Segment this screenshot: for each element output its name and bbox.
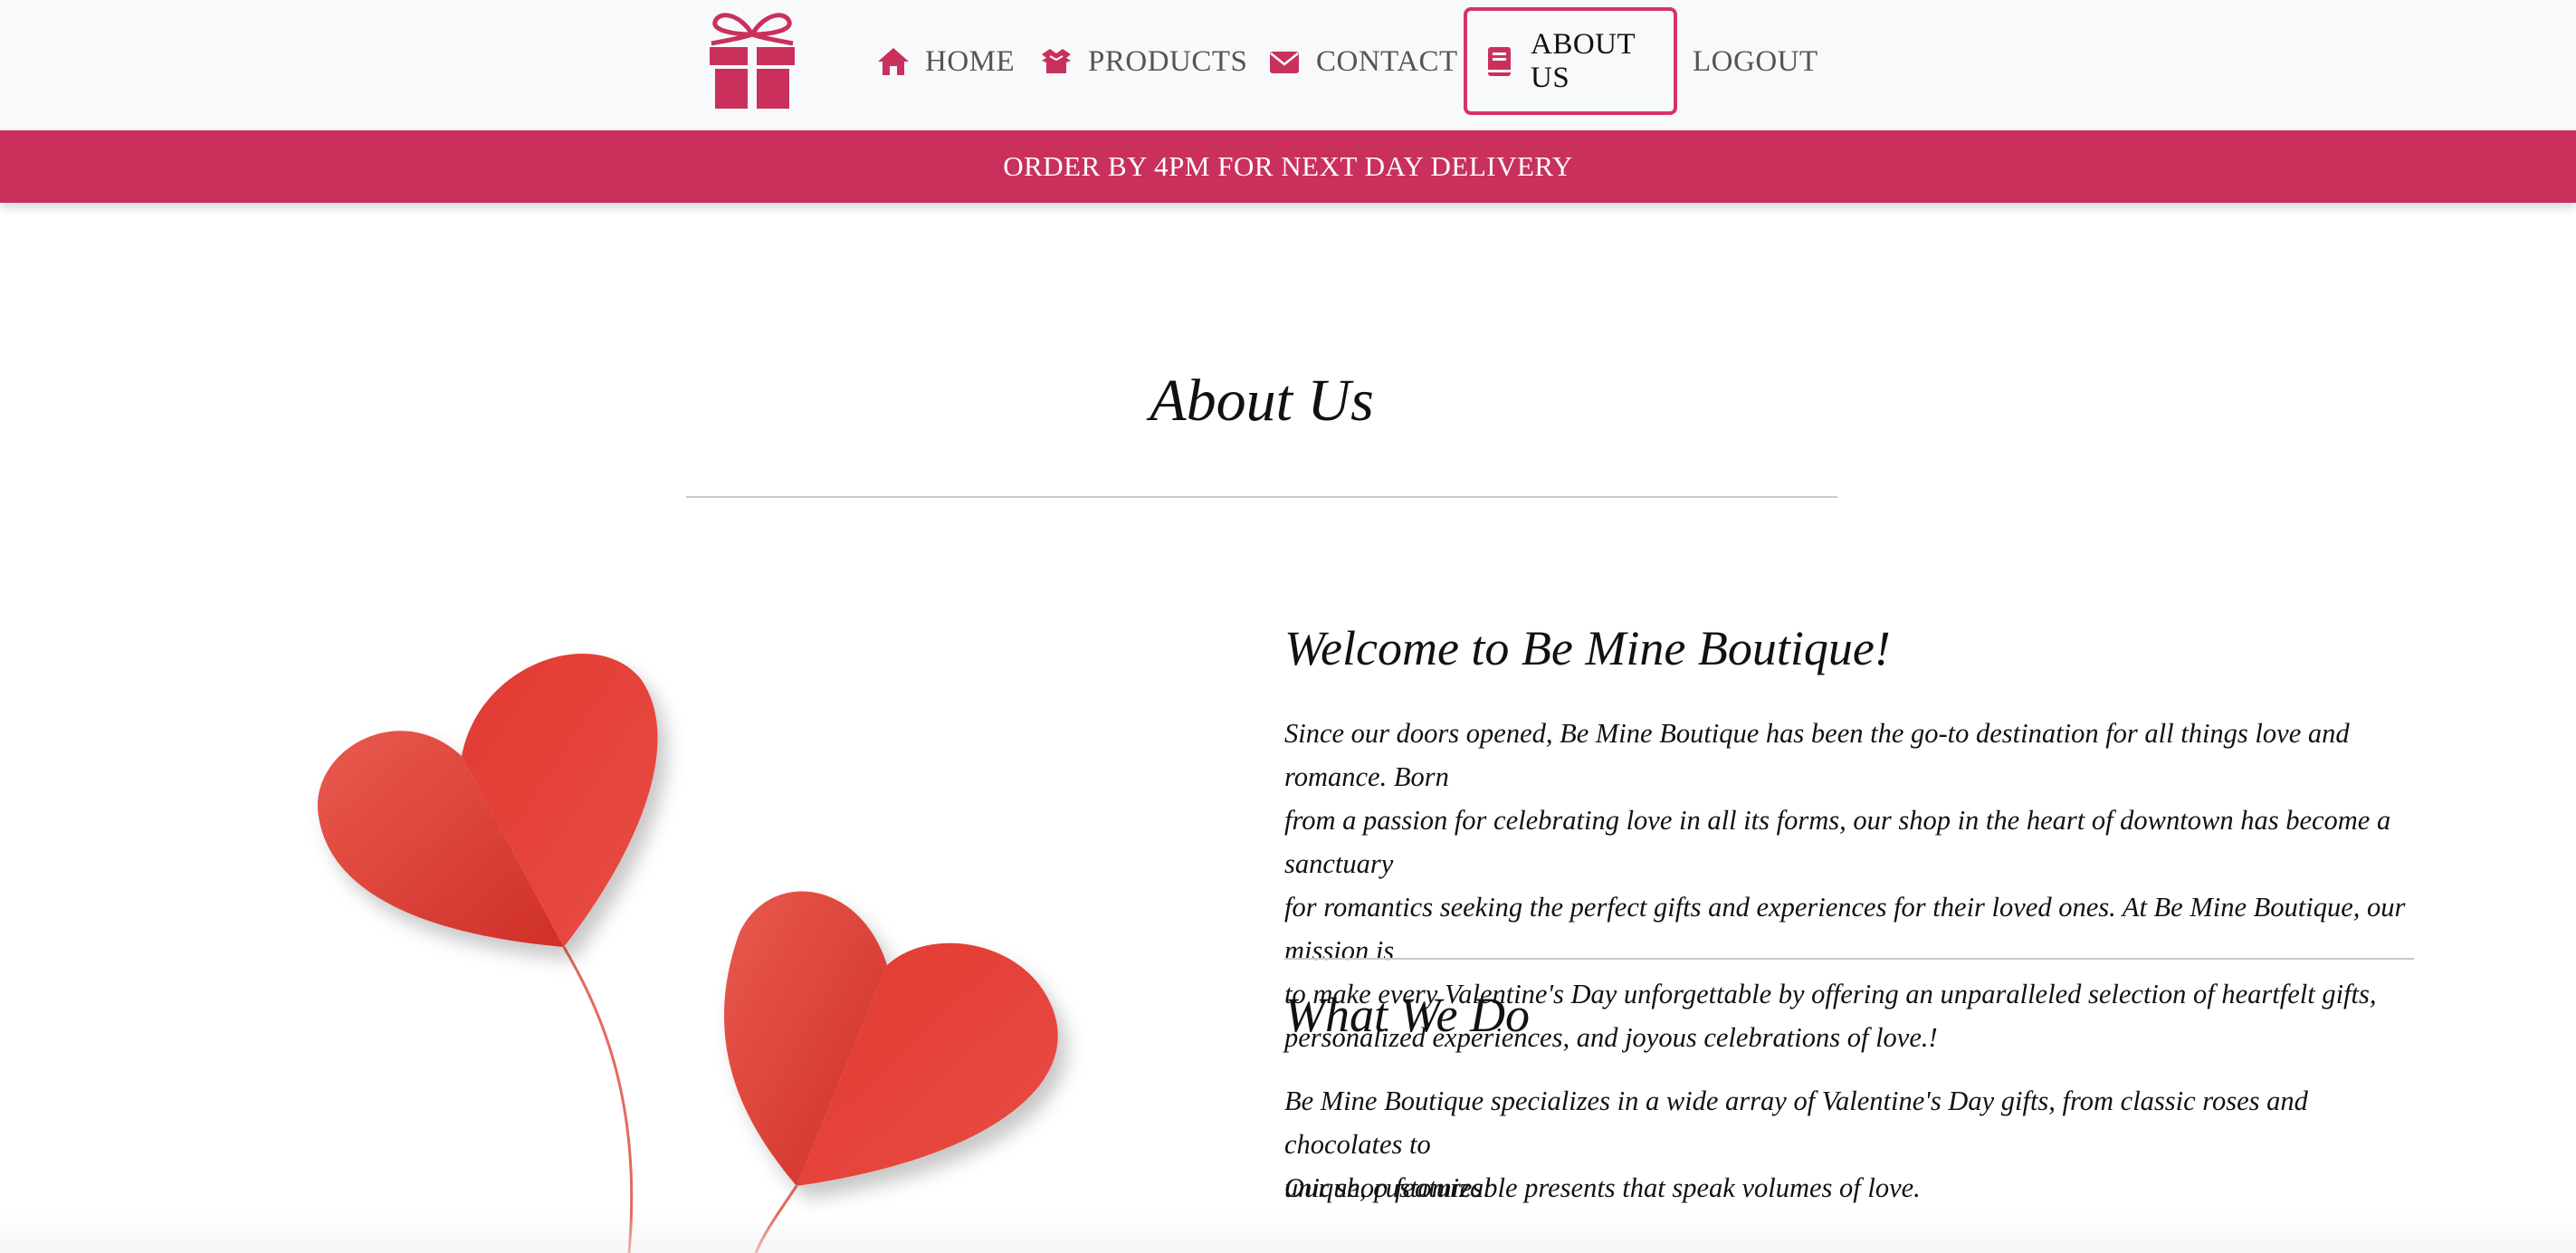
nav-products-link[interactable]: PRODUCTS [1039, 9, 1247, 114]
page-title: About Us [1150, 368, 1374, 434]
nav-contact-link[interactable]: CONTACT [1267, 9, 1458, 114]
envelope-icon [1267, 44, 1302, 79]
nav-contact-label: CONTACT [1316, 44, 1458, 78]
delivery-banner-text: ORDER BY 4PM FOR NEXT DAY DELIVERY [1003, 150, 1573, 182]
nav-about-label: ABOUT US [1531, 27, 1636, 94]
section-divider [1284, 958, 2414, 960]
house-icon [876, 44, 911, 79]
welcome-heading: Welcome to Be Mine Boutique! [1284, 621, 1891, 675]
what-we-do-heading: What We Do [1284, 988, 1530, 1042]
book-icon [1482, 44, 1516, 79]
heart-balloons-image [299, 625, 1095, 1253]
nav-logout-link[interactable]: LOGOUT [1693, 9, 1818, 114]
gift-box-logo-icon[interactable] [699, 7, 806, 114]
nav-logout-label: LOGOUT [1693, 44, 1818, 78]
intro-line: Since our doors opened, Be Mine Boutique… [1284, 718, 2350, 792]
intro-line: from a passion for celebrating love in a… [1284, 805, 2391, 879]
navbar: HOME PRODUCTS CONTACT ABOUT US LOGOUT [0, 0, 2576, 130]
nav-home-label: HOME [925, 44, 1016, 78]
box-open-icon [1039, 44, 1073, 79]
features-intro: Our shop features: [1284, 1172, 1493, 1203]
nav-products-label: PRODUCTS [1088, 44, 1248, 78]
nav-home-link[interactable]: HOME [876, 9, 1015, 114]
nav-about-link[interactable]: ABOUT US [1464, 7, 1677, 115]
title-divider [686, 496, 1837, 498]
delivery-banner: ORDER BY 4PM FOR NEXT DAY DELIVERY [0, 130, 2576, 203]
what-we-do-line: Be Mine Boutique specializes in a wide a… [1284, 1086, 2308, 1160]
